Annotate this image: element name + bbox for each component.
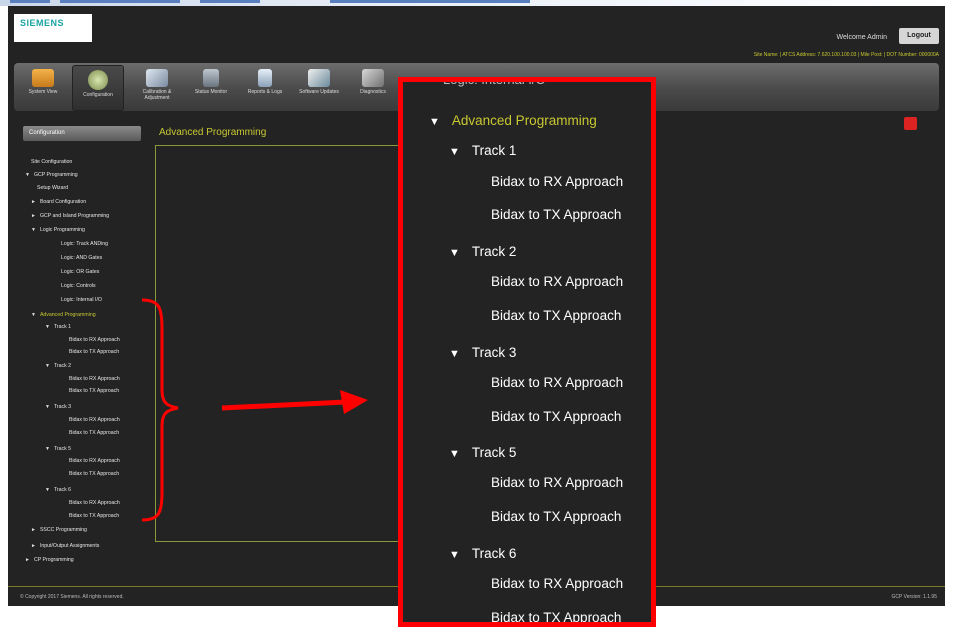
expanded-triangle-icon: ▼ (25, 172, 30, 178)
page-title: Advanced Programming (159, 127, 267, 138)
expanded-triangle-icon: ▼ (449, 549, 460, 561)
expanded-triangle-icon: ▼ (45, 487, 50, 493)
expanded-triangle-icon: ▼ (31, 227, 36, 233)
welcome-text: Welcome Admin (836, 34, 887, 41)
tree-item-track-3[interactable]: ▼ Track 3 (45, 404, 71, 410)
diagnostics-icon (362, 69, 384, 87)
expanded-triangle-icon: ▼ (45, 404, 50, 410)
sidebar-header: Configuration (23, 126, 141, 141)
zoom-advanced-programming[interactable]: ▼ Advanced Programming (429, 113, 597, 128)
tree-item-sscc-programming[interactable]: ► SSCC Programming (31, 527, 87, 533)
tree-item-track-5[interactable]: ▼ Track 5 (45, 446, 71, 452)
expanded-triangle-icon: ▼ (429, 116, 440, 128)
copyright-text: © Copyright 2017 Siemens. All rights res… (20, 594, 124, 600)
update-icon (308, 69, 330, 87)
zoom-track-5[interactable]: ▼ Track 5 (449, 445, 516, 460)
tree-item-track-1-rx[interactable]: Bidax to RX Approach (69, 337, 120, 343)
tree-item-track-6-tx[interactable]: Bidax to TX Approach (69, 513, 119, 519)
expanded-triangle-icon: ▼ (449, 448, 460, 460)
expanded-triangle-icon: ▼ (45, 363, 50, 369)
zoom-track-3[interactable]: ▼ Track 3 (449, 345, 516, 360)
tree-item-track-1[interactable]: ▼ Track 1 (45, 324, 71, 330)
zoom-cut-label: Logic: Internal I/O (443, 77, 546, 87)
tree-item-track-6[interactable]: ▼ Track 6 (45, 487, 71, 493)
tree-item-gcp-island-programming[interactable]: ► GCP and Island Programming (31, 213, 109, 219)
tree-item-advanced-programming[interactable]: ▼ Advanced Programming (31, 312, 96, 318)
zoom-track-3-tx[interactable]: Bidax to TX Approach (491, 409, 621, 424)
collapsed-triangle-icon: ► (25, 557, 30, 563)
zoom-track-2[interactable]: ▼ Track 2 (449, 244, 516, 259)
toolbar-system-view[interactable]: System View (18, 65, 68, 109)
zoomed-callout: Logic: Internal I/O ▼ Advanced Programmin… (398, 77, 656, 627)
zoom-track-6[interactable]: ▼ Track 6 (449, 546, 516, 561)
zoom-track-1[interactable]: ▼ Track 1 (449, 143, 516, 158)
zoom-track-3-rx[interactable]: Bidax to RX Approach (491, 375, 623, 390)
tree-item-track-5-tx[interactable]: Bidax to TX Approach (69, 471, 119, 477)
expanded-triangle-icon: ▼ (45, 446, 50, 452)
zoom-track-5-tx[interactable]: Bidax to TX Approach (491, 509, 621, 524)
tree-item-gcp-programming[interactable]: ▼ GCP Programming (25, 172, 78, 178)
tree-item-logic-controls[interactable]: Logic: Controls (61, 283, 96, 289)
wrench-icon (146, 69, 168, 87)
expanded-triangle-icon: ▼ (45, 324, 50, 330)
collapsed-triangle-icon: ► (31, 213, 36, 219)
tree-item-logic-internal-io[interactable]: Logic: Internal I/O (61, 297, 102, 303)
tree-item-site-configuration[interactable]: Site Configuration (31, 159, 72, 165)
tree-item-setup-wizard[interactable]: Setup Wizard (37, 185, 68, 191)
zoom-track-1-rx[interactable]: Bidax to RX Approach (491, 174, 623, 189)
document-icon (258, 69, 272, 87)
tree-item-track-5-rx[interactable]: Bidax to RX Approach (69, 458, 120, 464)
tree-item-track-1-tx[interactable]: Bidax to TX Approach (69, 349, 119, 355)
monitor-icon (203, 69, 219, 87)
site-info: Site Name: | ATCS Address: 7.620.100.100… (753, 52, 939, 58)
toolbar-diagnostics[interactable]: Diagnostics (348, 65, 398, 109)
house-icon (32, 69, 54, 87)
tree-item-track-2-tx[interactable]: Bidax to TX Approach (69, 388, 119, 394)
gears-icon (88, 70, 108, 90)
siemens-logo: SIEMENS (14, 14, 92, 42)
toolbar-status-monitor[interactable]: Status Monitor (186, 65, 236, 109)
zoom-track-2-rx[interactable]: Bidax to RX Approach (491, 274, 623, 289)
zoom-track-2-tx[interactable]: Bidax to TX Approach (491, 308, 621, 323)
tree-item-board-configuration[interactable]: ► Board Configuration (31, 199, 86, 205)
tree-item-cp-programming[interactable]: ► CP Programming (25, 557, 74, 563)
zoom-track-6-rx[interactable]: Bidax to RX Approach (491, 576, 623, 591)
expanded-triangle-icon: ▼ (449, 247, 460, 259)
tree-item-track-2[interactable]: ▼ Track 2 (45, 363, 71, 369)
annotation-arrow (221, 390, 368, 414)
zoom-track-6-tx[interactable]: Bidax to TX Approach (491, 610, 621, 622)
collapsed-triangle-icon: ► (31, 527, 36, 533)
tree-item-track-3-rx[interactable]: Bidax to RX Approach (69, 417, 120, 423)
toolbar-reports-logs[interactable]: Reports & Logs (240, 65, 290, 109)
annotation-brace (141, 298, 179, 522)
toolbar-configuration[interactable]: Configuration (72, 65, 124, 111)
expanded-triangle-icon: ▼ (449, 146, 460, 158)
toolbar-calibration[interactable]: Calibration & Adjustment (132, 65, 182, 109)
tree-item-logic-or-gates[interactable]: Logic: OR Gates (61, 269, 99, 275)
collapsed-triangle-icon: ► (31, 543, 36, 549)
tree-item-track-6-rx[interactable]: Bidax to RX Approach (69, 500, 120, 506)
toolbar-software-updates[interactable]: Software Updates (294, 65, 344, 109)
tree-item-logic-track-anding[interactable]: Logic: Track ANDing (61, 241, 108, 247)
collapsed-triangle-icon: ► (31, 199, 36, 205)
tree-item-logic-and-gates[interactable]: Logic: AND Gates (61, 255, 102, 261)
tree-item-io-assignments[interactable]: ► Input/Output Assignments (31, 543, 99, 549)
tree-item-logic-programming[interactable]: ▼ Logic Programming (31, 227, 85, 233)
zoom-track-5-rx[interactable]: Bidax to RX Approach (491, 475, 623, 490)
version-text: GCP Version: 1.1.95 (891, 594, 938, 600)
zoom-track-1-tx[interactable]: Bidax to TX Approach (491, 207, 621, 222)
tree-item-track-3-tx[interactable]: Bidax to TX Approach (69, 430, 119, 436)
expanded-triangle-icon: ▼ (449, 348, 460, 360)
alarm-flag-icon[interactable] (904, 117, 917, 130)
expanded-triangle-icon: ▼ (31, 312, 36, 318)
tree-item-track-2-rx[interactable]: Bidax to RX Approach (69, 376, 120, 382)
content-panel (155, 145, 402, 542)
logout-button[interactable]: Logout (899, 28, 939, 44)
